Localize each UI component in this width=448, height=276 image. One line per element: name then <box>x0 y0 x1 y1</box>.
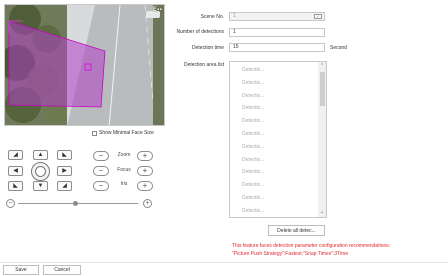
arrow-down-icon: ▼ <box>37 183 44 189</box>
plus-icon: + <box>142 166 148 175</box>
cancel-button[interactable]: Cancel <box>43 265 81 275</box>
focus-label: Focus <box>117 167 131 173</box>
time-unit: Second <box>330 45 347 51</box>
list-item[interactable]: Detectio... <box>242 144 265 150</box>
arrow-up-left-icon: ◢ <box>13 152 18 158</box>
list-scroll-thumb[interactable] <box>320 72 325 106</box>
ptz-down-left-button[interactable]: ◣ <box>8 181 23 191</box>
show-min-face-label: Show Minimal Face Size <box>99 130 154 136</box>
camera-scene <box>5 5 164 125</box>
list-item[interactable]: Detectio... <box>242 208 265 214</box>
list-item[interactable]: Detectio... <box>242 105 265 111</box>
ptz-down-button[interactable]: ▼ <box>33 181 48 191</box>
scroll-up-icon[interactable]: ⌃ <box>319 64 325 69</box>
chevron-down-icon: ✓ <box>314 14 322 19</box>
ptz-up-button[interactable]: ▲ <box>33 150 48 160</box>
footer-divider <box>0 262 448 263</box>
plus-icon: + <box>142 181 148 190</box>
scroll-down-icon[interactable]: ⌄ <box>319 210 325 215</box>
osd-label: E▪▪ <box>152 7 162 13</box>
list-item[interactable]: Detectio... <box>242 67 265 73</box>
ptz-down-right-button[interactable]: ◢ <box>57 181 72 191</box>
focus-near-button[interactable]: − <box>93 166 109 176</box>
list-item[interactable]: Detectio... <box>242 131 265 137</box>
list-item[interactable]: Detectio... <box>242 182 265 188</box>
minus-icon: − <box>98 166 104 175</box>
scene-select[interactable]: 1 ✓ <box>229 12 325 21</box>
arrow-up-right-icon: ◣ <box>62 152 67 158</box>
detections-input[interactable]: 1 <box>229 28 325 37</box>
minus-icon: − <box>98 151 104 160</box>
speed-slider-thumb[interactable] <box>73 201 79 206</box>
minus-icon: − <box>98 181 104 190</box>
area-list-label: Detection area list <box>183 62 224 68</box>
list-item[interactable]: Detectio... <box>242 195 265 201</box>
list-item[interactable]: Detectio... <box>242 118 265 124</box>
focus-far-button[interactable]: + <box>137 166 153 176</box>
show-min-face-toggle[interactable]: Show Minimal Face Size <box>92 130 154 136</box>
zoom-label: Zoom <box>117 152 131 158</box>
arrow-down-left-icon: ◣ <box>13 183 18 189</box>
ptz-up-right-button[interactable]: ◣ <box>57 150 72 160</box>
scene-label: Scene No. <box>200 14 224 20</box>
iris-open-button[interactable]: + <box>137 181 153 191</box>
time-label: Detection time <box>192 45 224 51</box>
speed-decrease-icon[interactable]: − <box>6 199 15 208</box>
ptz-right-button[interactable]: ▶ <box>57 166 72 176</box>
list-scrollbar[interactable]: ⌃ ⌄ <box>318 62 326 217</box>
detection-area-list[interactable]: Detectio... Detectio... Detectio... Detecti… <box>229 61 327 218</box>
arrow-up-icon: ▲ <box>37 152 44 158</box>
recommendation-detail: "Picture Push Strategy":Fastest;"Snap Ti… <box>232 251 349 257</box>
zoom-in-button[interactable]: + <box>137 151 153 161</box>
arrow-down-right-icon: ◢ <box>62 183 67 189</box>
list-item[interactable]: Detectio... <box>242 169 265 175</box>
list-item[interactable]: Detectio... <box>242 93 265 99</box>
save-button[interactable]: Save <box>3 265 39 275</box>
iris-label: Iris <box>120 181 128 187</box>
list-item[interactable]: Detectio... <box>242 80 265 86</box>
delete-all-button[interactable]: Delete all detec... <box>268 225 325 236</box>
list-item[interactable]: Detectio... <box>242 157 265 163</box>
detections-label: Number of detections <box>176 29 224 35</box>
video-preview[interactable]: E▪▪ <box>4 4 165 126</box>
ptz-center-button[interactable] <box>31 162 50 181</box>
zoom-out-button[interactable]: − <box>93 151 109 161</box>
minus-icon: − <box>8 200 13 207</box>
speed-increase-icon[interactable]: + <box>143 199 152 208</box>
plus-icon: + <box>145 200 150 207</box>
time-input[interactable]: 15 <box>229 43 325 52</box>
arrow-left-icon: ◀ <box>13 168 18 174</box>
iris-close-button[interactable]: − <box>93 181 109 191</box>
ptz-left-button[interactable]: ◀ <box>8 166 23 176</box>
plus-icon: + <box>142 151 148 160</box>
recommendation-note: This feature faces detection parameter c… <box>232 243 391 249</box>
show-min-face-checkbox[interactable] <box>92 130 97 136</box>
arrow-right-icon: ▶ <box>62 168 67 174</box>
ptz-up-left-button[interactable]: ◢ <box>8 150 23 160</box>
scene-value: 1 <box>233 13 236 19</box>
